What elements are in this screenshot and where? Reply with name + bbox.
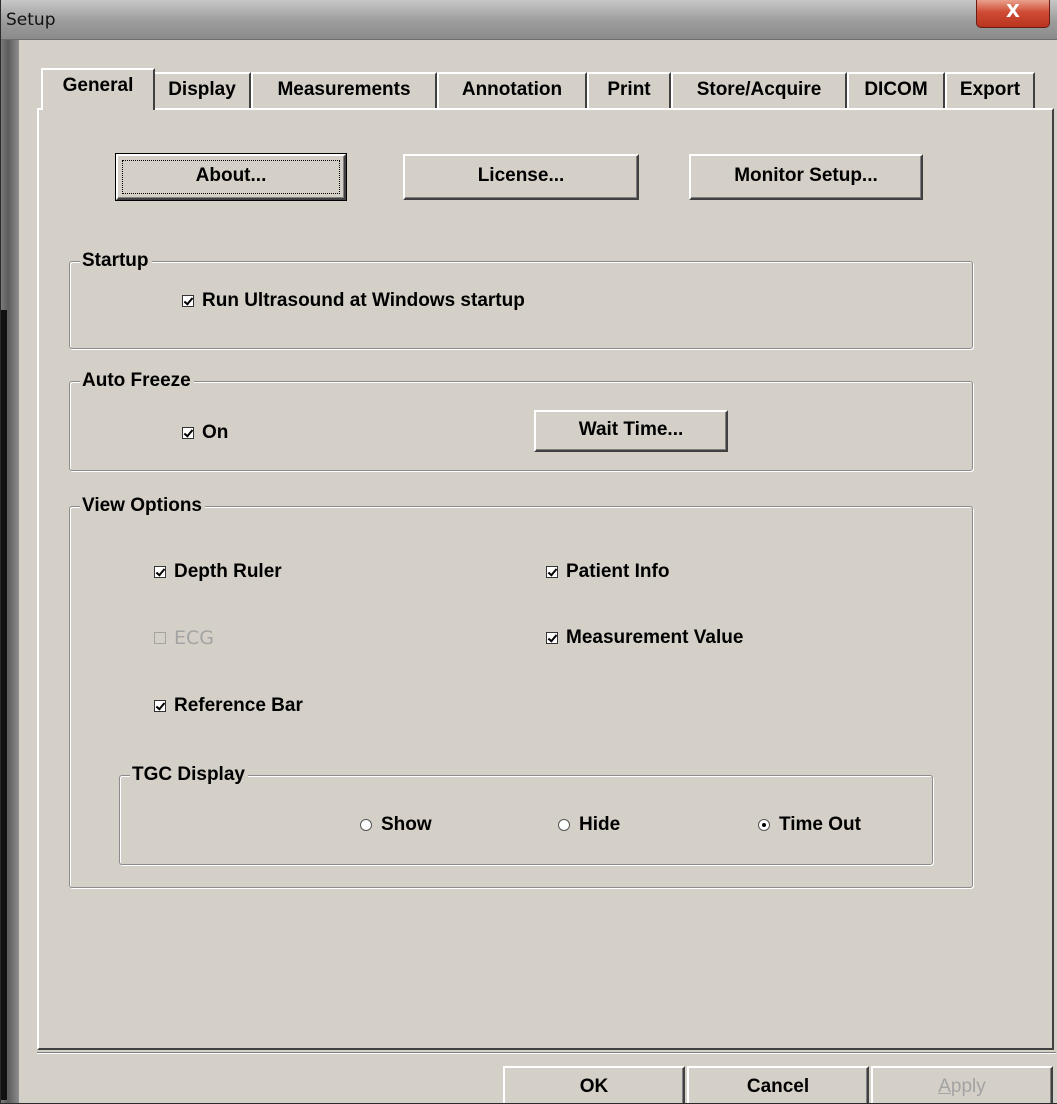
tgc-show-label: Show: [381, 814, 432, 835]
ok-button[interactable]: OK: [503, 1066, 685, 1103]
auto-freeze-on-checkbox[interactable]: On: [182, 422, 228, 444]
tgc-show-radio[interactable]: Show: [360, 814, 432, 836]
tab-label: Display: [168, 79, 236, 100]
checkbox-box: [154, 700, 166, 712]
wait-time-button-label: Wait Time...: [578, 419, 684, 440]
tab-annotation[interactable]: Annotation: [437, 72, 587, 108]
auto-freeze-on-label: On: [202, 422, 229, 443]
patient-info-label: Patient Info: [566, 561, 670, 582]
license-button-label: License...: [477, 165, 565, 186]
radio-circle: [758, 819, 770, 831]
tab-label: Store/Acquire: [696, 79, 822, 100]
reference-bar-checkbox[interactable]: Reference Bar: [154, 695, 303, 717]
cancel-button[interactable]: Cancel: [687, 1066, 869, 1103]
tab-label: Annotation: [461, 79, 563, 100]
ecg-checkbox[interactable]: ECG: [154, 627, 214, 649]
auto-freeze-group: Auto Freeze On Wait Time...: [69, 370, 973, 471]
apply-button-label: pply: [950, 1076, 986, 1097]
tab-dicom[interactable]: DICOM: [847, 72, 945, 108]
close-button[interactable]: X: [976, 0, 1050, 28]
auto-freeze-group-title: Auto Freeze: [80, 370, 194, 392]
footer-separator: [37, 1052, 1056, 1054]
tab-print[interactable]: Print: [587, 72, 671, 108]
tgc-time-out-label: Time Out: [779, 814, 861, 835]
tab-display[interactable]: Display: [153, 72, 251, 108]
tgc-hide-radio[interactable]: Hide: [558, 814, 620, 836]
view-options-group-title: View Options: [80, 495, 206, 517]
radio-circle: [360, 819, 372, 831]
run-at-startup-label: Run Ultrasound at Windows startup: [202, 290, 525, 311]
tab-label: Measurements: [277, 79, 411, 100]
wait-time-button[interactable]: Wait Time...: [534, 410, 728, 452]
tab-measurements[interactable]: Measurements: [251, 72, 437, 108]
checkbox-box: [154, 632, 166, 644]
tab-label: Print: [607, 79, 651, 100]
checkbox-box: [182, 295, 194, 307]
license-button[interactable]: License...: [403, 154, 639, 200]
close-icon: X: [1006, 1, 1020, 22]
checkbox-box: [182, 427, 194, 439]
about-button-label: About...: [195, 165, 267, 186]
reference-bar-label: Reference Bar: [174, 695, 303, 716]
startup-group: Startup Run Ultrasound at Windows startu…: [69, 250, 973, 349]
startup-group-title: Startup: [80, 250, 152, 272]
radio-circle: [558, 819, 570, 831]
dialog-client-area: General Display Measurements Annotation …: [19, 40, 1056, 1103]
apply-accelerator: A: [938, 1076, 951, 1097]
measurement-value-label: Measurement Value: [566, 627, 744, 648]
depth-ruler-label: Depth Ruler: [174, 561, 282, 582]
tab-label: Export: [959, 79, 1021, 100]
monitor-setup-button[interactable]: Monitor Setup...: [689, 154, 923, 200]
checkbox-box: [546, 566, 558, 578]
tab-export[interactable]: Export: [945, 72, 1035, 108]
depth-ruler-checkbox[interactable]: Depth Ruler: [154, 561, 282, 583]
measurement-value-checkbox[interactable]: Measurement Value: [546, 627, 743, 649]
tgc-display-group-title: TGC Display: [130, 764, 248, 786]
tgc-display-group: TGC Display Show Hide Time Out: [119, 764, 933, 865]
tab-label: DICOM: [864, 79, 928, 100]
ok-button-label: OK: [579, 1076, 609, 1097]
title-bar[interactable]: Setup X: [1, 0, 1057, 40]
view-options-group: View Options Depth Ruler ECG Reference B…: [69, 495, 973, 888]
tab-label: General: [62, 75, 134, 96]
about-button[interactable]: About...: [115, 153, 347, 201]
cancel-button-label: Cancel: [746, 1076, 810, 1097]
tgc-hide-label: Hide: [579, 814, 621, 835]
background-window-edge: [1, 40, 19, 1103]
tgc-time-out-radio[interactable]: Time Out: [758, 814, 861, 836]
checkbox-box: [546, 632, 558, 644]
apply-button[interactable]: Apply: [871, 1066, 1053, 1103]
patient-info-checkbox[interactable]: Patient Info: [546, 561, 669, 583]
tab-store-acquire[interactable]: Store/Acquire: [671, 72, 847, 108]
window-title: Setup: [6, 10, 56, 30]
setup-dialog: Setup X General Display Measurements Ann…: [0, 0, 1057, 1104]
checkbox-box: [154, 566, 166, 578]
tab-general[interactable]: General: [41, 68, 155, 110]
run-at-startup-checkbox[interactable]: Run Ultrasound at Windows startup: [182, 290, 525, 312]
ecg-label: ECG: [174, 627, 214, 649]
monitor-setup-button-label: Monitor Setup...: [734, 165, 878, 186]
